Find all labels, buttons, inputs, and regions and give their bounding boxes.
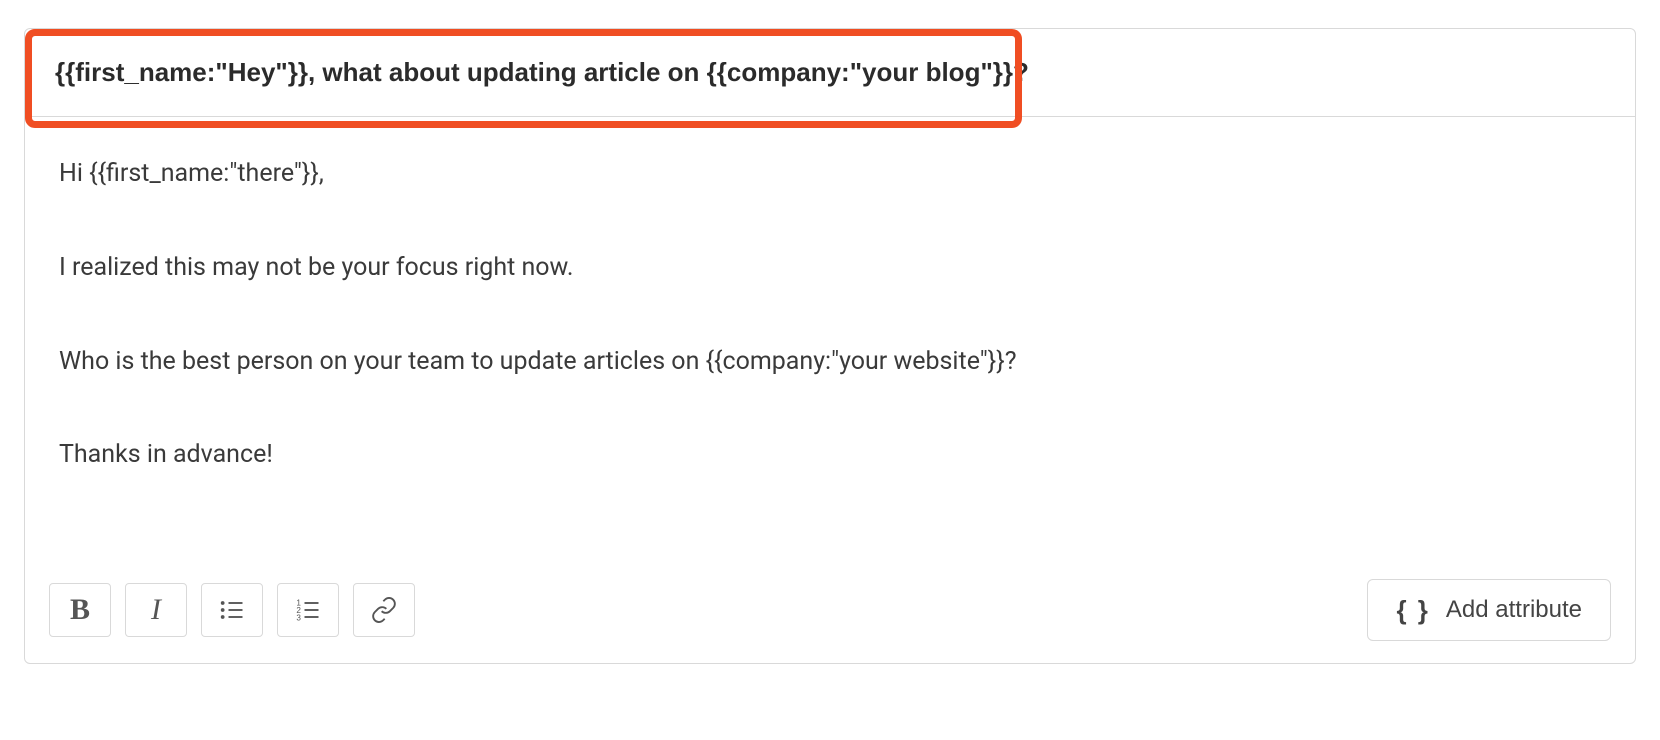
- email-body-editor[interactable]: Hi {{first_name:"there"}}, I realized th…: [25, 117, 1635, 567]
- numbered-list-icon: 1 2 3: [294, 596, 322, 624]
- braces-icon: { }: [1396, 595, 1429, 626]
- subject-row: [25, 29, 1635, 117]
- bold-button[interactable]: B: [49, 583, 111, 637]
- bullet-list-icon: [218, 596, 246, 624]
- svg-text:3: 3: [296, 614, 301, 623]
- body-paragraph: Thanks in advance!: [59, 438, 1601, 472]
- link-button[interactable]: [353, 583, 415, 637]
- bold-icon: B: [70, 593, 90, 627]
- italic-icon: I: [151, 593, 161, 627]
- body-paragraph: I realized this may not be your focus ri…: [59, 251, 1601, 285]
- email-editor: Hi {{first_name:"there"}}, I realized th…: [24, 28, 1636, 664]
- italic-button[interactable]: I: [125, 583, 187, 637]
- link-icon: [370, 596, 398, 624]
- add-attribute-label: Add attribute: [1446, 596, 1582, 624]
- bullet-list-button[interactable]: [201, 583, 263, 637]
- editor-toolbar: B I 1 2 3: [25, 567, 1635, 663]
- numbered-list-button[interactable]: 1 2 3: [277, 583, 339, 637]
- subject-input[interactable]: [25, 29, 1635, 116]
- formatting-toolbar: B I 1 2 3: [49, 583, 415, 637]
- body-paragraph: Hi {{first_name:"there"}},: [59, 157, 1601, 191]
- add-attribute-button[interactable]: { } Add attribute: [1367, 579, 1611, 641]
- body-paragraph: Who is the best person on your team to u…: [59, 345, 1601, 379]
